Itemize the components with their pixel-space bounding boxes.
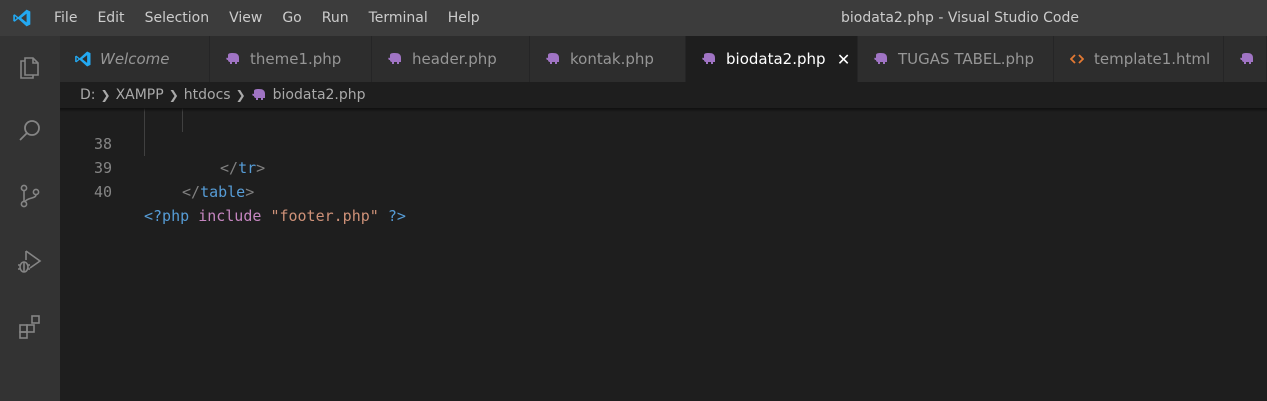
- string-literal: "footer.php": [270, 207, 379, 225]
- code-line[interactable]: 40 <?php include "footer.php" ?>: [60, 156, 1267, 225]
- extensions-icon[interactable]: [10, 306, 50, 346]
- menu-selection[interactable]: Selection: [135, 0, 220, 36]
- tab-theme1[interactable]: theme1.php: [210, 36, 372, 82]
- tab-bar: Welcome theme1.php header.php kontak.php…: [60, 36, 1267, 82]
- breadcrumb-htdocs[interactable]: htdocs: [184, 87, 231, 103]
- menu-run[interactable]: Run: [312, 0, 359, 36]
- menu-view[interactable]: View: [219, 0, 272, 36]
- explorer-icon[interactable]: [10, 46, 50, 86]
- vscode-logo-icon[interactable]: [0, 0, 44, 36]
- menu-help[interactable]: Help: [438, 0, 490, 36]
- breadcrumb-xampp[interactable]: XAMPP: [116, 87, 164, 103]
- menu-edit[interactable]: Edit: [87, 0, 134, 36]
- source-control-icon[interactable]: [10, 176, 50, 216]
- tab-label: template1.html: [1094, 50, 1211, 68]
- chevron-right-icon: ❯: [235, 88, 246, 102]
- tab-label: biodata2.php: [726, 50, 826, 68]
- window-title: biodata2.php - Visual Studio Code: [841, 10, 1079, 26]
- tab-header[interactable]: header.php: [372, 36, 530, 82]
- code-text: <?php include "footer.php" ?>: [144, 204, 406, 228]
- code-text: </table>: [182, 180, 254, 204]
- menu-bar: File Edit Selection View Go Run Terminal…: [44, 0, 490, 36]
- tab-label: header.php: [412, 50, 497, 68]
- title-bar: File Edit Selection View Go Run Terminal…: [0, 0, 1267, 36]
- php-elephant-icon: [386, 50, 404, 68]
- tab-label: theme1.php: [250, 50, 342, 68]
- php-open-tag: <?php: [144, 207, 190, 225]
- breadcrumb-shadow: [60, 108, 1267, 112]
- php-elephant-icon: [251, 88, 267, 102]
- activity-bar: [0, 36, 60, 401]
- tab-template1[interactable]: template1.html: [1054, 36, 1224, 82]
- chevron-right-icon: ❯: [168, 88, 179, 102]
- search-icon[interactable]: [10, 111, 50, 151]
- php-elephant-icon: [872, 50, 890, 68]
- tab-biodata2[interactable]: biodata2.php ✕: [686, 36, 858, 82]
- chevron-right-icon: ❯: [100, 88, 111, 102]
- html-brackets-icon: [1068, 50, 1086, 68]
- tab-welcome[interactable]: Welcome: [60, 36, 210, 82]
- line-number: 40: [93, 183, 112, 201]
- tab-label: TUGAS TABEL.php: [898, 50, 1035, 68]
- php-close-tag: ?>: [387, 207, 406, 225]
- code-editor[interactable]: 38 </tr> 39 </table> 40 <?php include "f…: [60, 108, 1267, 401]
- breadcrumb-drive[interactable]: D:: [80, 87, 96, 103]
- vscode-logo-icon: [74, 50, 92, 68]
- php-elephant-icon: [700, 50, 718, 68]
- php-elephant-icon: [544, 50, 562, 68]
- tab-label: Welcome: [100, 50, 170, 68]
- run-debug-icon[interactable]: [10, 241, 50, 281]
- tab-label: kontak.php: [570, 50, 654, 68]
- menu-go[interactable]: Go: [272, 0, 311, 36]
- tab-kontak[interactable]: kontak.php: [530, 36, 686, 82]
- tag-close: >: [245, 183, 255, 201]
- breadcrumb: D: ❯ XAMPP ❯ htdocs ❯ biodata2.php: [60, 82, 1267, 108]
- tag-open: </: [182, 183, 201, 201]
- php-elephant-icon: [224, 50, 242, 68]
- tab-tugas-tabel[interactable]: TUGAS TABEL.php: [858, 36, 1054, 82]
- tag-name: table: [200, 183, 246, 201]
- close-icon[interactable]: ✕: [836, 50, 852, 69]
- breadcrumb-file[interactable]: biodata2.php: [273, 87, 366, 103]
- include-keyword: include: [198, 207, 262, 225]
- menu-file[interactable]: File: [44, 0, 87, 36]
- php-elephant-icon: [1238, 50, 1256, 68]
- code-line[interactable]: 39 </table>: [60, 132, 1267, 201]
- menu-terminal[interactable]: Terminal: [359, 0, 438, 36]
- tab-overflow[interactable]: [1224, 36, 1267, 82]
